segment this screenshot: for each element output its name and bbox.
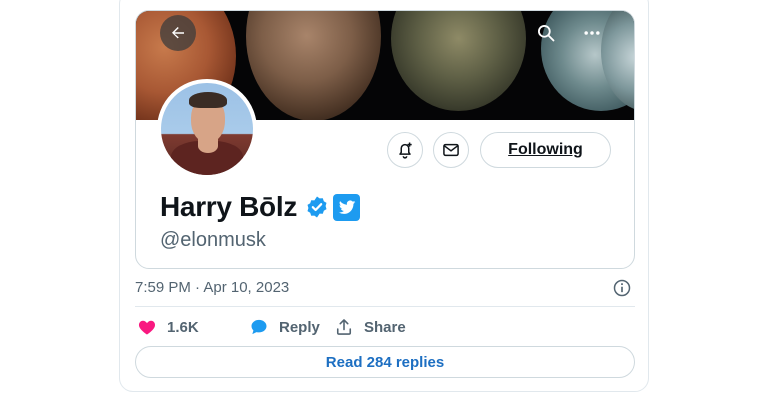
reply-button[interactable]: Reply xyxy=(249,317,334,337)
share-upload-icon xyxy=(336,319,352,335)
like-count: 1.6K xyxy=(167,318,199,336)
reply-label: Reply xyxy=(279,318,320,336)
tweet-timestamp[interactable]: 7:59 PM · Apr 10, 2023 xyxy=(135,279,289,296)
profile-handle[interactable]: @elonmusk xyxy=(160,229,266,252)
back-arrow-icon xyxy=(172,27,184,39)
tweet-actions: 1.6K Reply Share xyxy=(137,316,406,338)
bell-plus-icon xyxy=(399,142,412,159)
banner-planet xyxy=(246,11,381,120)
search-button[interactable] xyxy=(528,15,564,51)
banner-planet xyxy=(391,11,526,111)
more-options-button[interactable] xyxy=(574,15,610,51)
search-icon xyxy=(538,25,555,42)
name-row: Harry Bōlz xyxy=(160,191,361,223)
divider xyxy=(135,306,635,307)
envelope-icon xyxy=(443,143,459,157)
avatar[interactable] xyxy=(157,79,257,179)
profile-card[interactable]: Following Harry Bōlz @elonmusk xyxy=(135,10,635,269)
share-button[interactable]: Share xyxy=(334,317,406,337)
display-name: Harry Bōlz xyxy=(160,191,298,222)
like-button[interactable]: 1.6K xyxy=(137,317,249,337)
verified-check-icon xyxy=(307,196,327,218)
share-label: Share xyxy=(364,318,406,336)
twitter-bird-icon xyxy=(333,193,361,221)
notifications-button[interactable] xyxy=(387,132,423,168)
back-button[interactable] xyxy=(160,15,196,51)
info-icon[interactable] xyxy=(612,278,632,298)
more-dots-icon xyxy=(584,31,600,35)
message-button[interactable] xyxy=(433,132,469,168)
read-replies-button[interactable]: Read 284 replies xyxy=(135,346,635,378)
heart-icon xyxy=(138,320,156,335)
speech-bubble-icon xyxy=(251,319,267,335)
avatar-hair xyxy=(189,92,227,108)
following-button[interactable]: Following xyxy=(480,132,611,168)
